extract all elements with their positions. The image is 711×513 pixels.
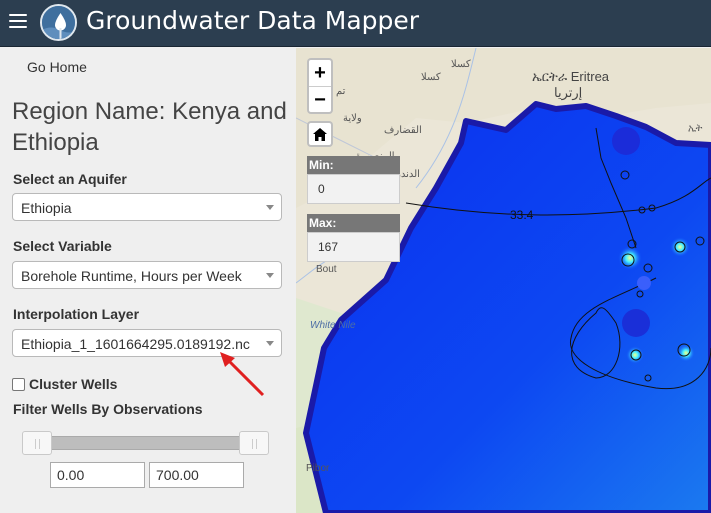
interpolation-select-value: Ethiopia_1_1601664295.0189192.nc bbox=[21, 336, 250, 352]
aquifer-label: Select an Aquifer bbox=[13, 171, 127, 187]
zoom-in-button[interactable]: + bbox=[309, 60, 331, 86]
filter-max-input[interactable]: 700.00 bbox=[149, 462, 244, 488]
cluster-wells-label: Cluster Wells bbox=[29, 376, 118, 392]
hamburger-menu-icon[interactable] bbox=[9, 14, 27, 32]
map-label-ethiopia-edge: ኢት bbox=[688, 123, 703, 134]
filter-wells-label: Filter Wells By Observations bbox=[13, 401, 203, 417]
chevron-down-icon bbox=[266, 341, 274, 346]
map-label-wilaya: ولاية bbox=[343, 113, 362, 124]
aquifer-select[interactable]: Ethiopia bbox=[12, 193, 282, 221]
map-label-eritrea-ar: إرتريا bbox=[554, 85, 583, 100]
variable-select-value: Borehole Runtime, Hours per Week bbox=[21, 268, 242, 284]
cluster-wells-checkbox[interactable]: Cluster Wells bbox=[12, 376, 117, 392]
legend-max-value: 167 bbox=[307, 232, 400, 262]
zoom-control: + − bbox=[307, 58, 333, 114]
app-header: Groundwater Data Mapper bbox=[0, 0, 711, 47]
observations-range-slider[interactable] bbox=[22, 431, 272, 455]
legend-max-label: Max: bbox=[307, 214, 400, 232]
map-label-gedaref: القضارف bbox=[384, 125, 422, 136]
slider-track bbox=[36, 436, 258, 450]
go-home-link[interactable]: Go Home bbox=[27, 59, 87, 75]
map-label-white-nile: White Nile bbox=[310, 320, 356, 331]
map-label-tam: تم bbox=[336, 86, 346, 97]
map-label-kassala: كسلا bbox=[451, 59, 471, 70]
chevron-down-icon bbox=[266, 273, 274, 278]
chevron-down-icon bbox=[266, 205, 274, 210]
home-icon bbox=[313, 127, 327, 141]
map-label-eritrea: ኤርትራ Eritrea bbox=[532, 69, 610, 84]
zoom-out-button[interactable]: − bbox=[309, 86, 331, 112]
aquifer-select-value: Ethiopia bbox=[21, 200, 72, 216]
variable-select[interactable]: Borehole Runtime, Hours per Week bbox=[12, 261, 282, 289]
variable-label: Select Variable bbox=[13, 238, 112, 254]
map-label-pibor: Pibor bbox=[306, 463, 330, 474]
map-label-kassala-ar: كسلا bbox=[421, 72, 441, 83]
map-label-bout: Bout bbox=[316, 264, 337, 275]
slider-max-handle[interactable] bbox=[239, 431, 269, 455]
slider-min-handle[interactable] bbox=[22, 431, 52, 455]
annotation-arrow-icon bbox=[220, 352, 265, 397]
app-logo bbox=[40, 4, 77, 41]
interpolation-label: Interpolation Layer bbox=[13, 306, 140, 322]
legend-min-label: Min: bbox=[307, 156, 400, 174]
legend-min-value: 0 bbox=[307, 174, 400, 204]
home-extent-button[interactable] bbox=[307, 121, 333, 147]
legend-max: Max: 167 bbox=[307, 214, 400, 262]
map-view[interactable]: كسلا كسلا ኤርትራ Eritrea إرتريا القضارف ال… bbox=[296, 48, 711, 513]
filter-min-input[interactable]: 0.00 bbox=[50, 462, 145, 488]
checkbox-box[interactable] bbox=[12, 377, 25, 391]
app-title: Groundwater Data Mapper bbox=[86, 6, 420, 35]
legend-min: Min: 0 bbox=[307, 156, 400, 204]
region-title: Region Name: Kenya and Ethiopia bbox=[12, 98, 287, 156]
sidebar: Go Home Region Name: Kenya and Ethiopia … bbox=[0, 48, 296, 513]
contour-label: 33.4 bbox=[510, 208, 534, 222]
